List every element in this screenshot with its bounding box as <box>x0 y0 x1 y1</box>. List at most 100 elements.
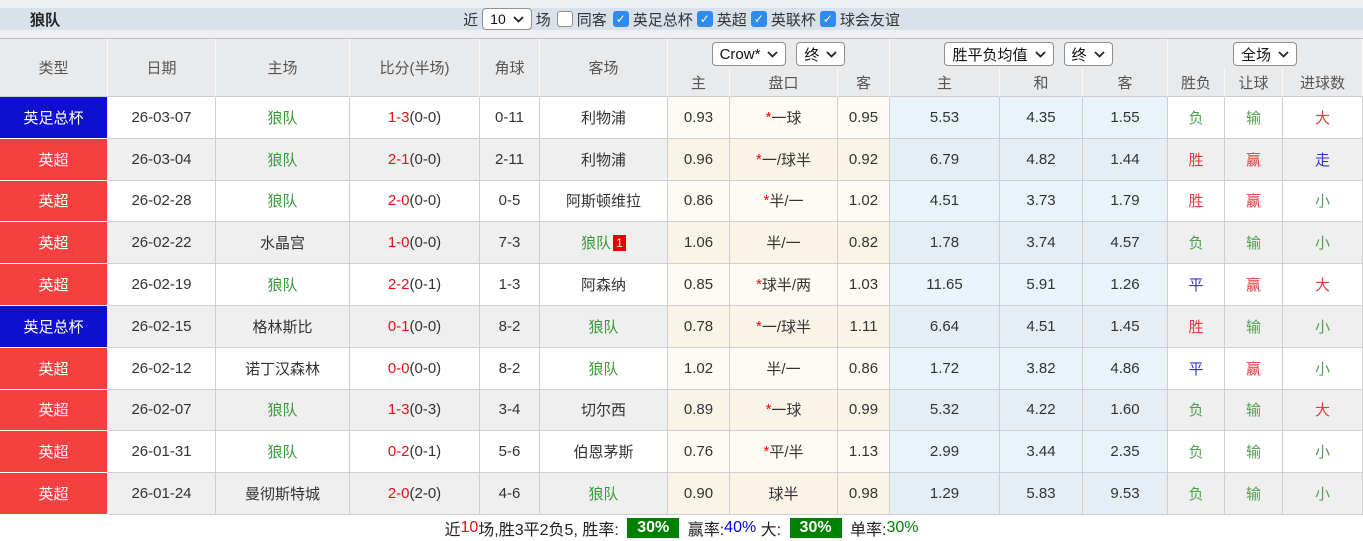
handicap-result: 输 <box>1245 109 1261 127</box>
away-team-name: 狼队 <box>581 235 612 253</box>
date-cell: 26-03-04 <box>108 138 216 181</box>
away-cell: 阿森纳 <box>540 264 668 306</box>
away-cell: 狼队 <box>540 305 668 348</box>
handicap-line: 一球 <box>771 402 802 420</box>
avg-draw-cell: 4.51 <box>1000 305 1083 348</box>
home-team-name: 狼队 <box>267 444 298 462</box>
home-team-name: 狼队 <box>267 193 298 211</box>
avg-draw-odds: 3.73 <box>1026 192 1056 210</box>
away-team-name: 伯恩茅斯 <box>573 444 634 462</box>
goals-cell: 小 <box>1283 473 1363 515</box>
avg-away-odds: 1.55 <box>1110 108 1140 126</box>
score-cell: 2-2 (0-1) <box>350 264 480 306</box>
odds-stage-select[interactable]: 终 <box>1063 42 1113 66</box>
top-padding <box>0 0 1363 8</box>
away-cell: 利物浦 <box>540 97 668 139</box>
odds-type-select[interactable]: 胜平负均值 <box>944 42 1054 66</box>
filter-premier-league-label: 英超 <box>716 11 747 29</box>
col-header-score: 比分(半场) <box>350 39 480 97</box>
competition-label: 英超 <box>38 235 69 253</box>
fulltime-score: 1-3 <box>387 108 410 126</box>
goals-cell: 大 <box>1283 97 1363 139</box>
avg-draw-odds: 4.51 <box>1026 317 1056 335</box>
rate-badge: 30% <box>627 517 680 538</box>
away-cell: 切尔西 <box>540 389 668 432</box>
filter-club-friendly-checkbox[interactable]: ✓ <box>819 11 836 27</box>
fulltime-score: 0-0 <box>387 359 410 377</box>
corner-count: 8-2 <box>498 359 521 377</box>
competition-label: 英超 <box>38 360 69 378</box>
type-cell: 英超 <box>0 473 108 515</box>
handicap-result: 赢 <box>1245 360 1261 378</box>
handicap-line: 一球 <box>771 109 802 127</box>
goals-cell: 小 <box>1283 222 1363 265</box>
match-date: 26-02-19 <box>131 276 192 294</box>
over-under-result: 小 <box>1314 235 1330 253</box>
handicap-cell: * 一/球半 <box>730 305 838 348</box>
avg-draw-cell: 3.82 <box>1000 347 1083 390</box>
wdl-result: 负 <box>1188 486 1204 504</box>
halftime-score: (2-0) <box>409 485 442 503</box>
halftime-score: (0-1) <box>409 276 442 294</box>
home-cell: 狼队 <box>216 264 350 306</box>
home-cell: 曼彻斯特城 <box>216 473 350 515</box>
summary-text: 大: <box>756 521 786 539</box>
filter-same-away-label: 同客 <box>576 11 607 29</box>
hcp-result-cell: 输 <box>1225 305 1283 348</box>
corner-count: 3-4 <box>498 401 521 419</box>
avg-away-odds: 1.44 <box>1110 150 1140 168</box>
crow-home-cell: 0.93 <box>668 97 730 139</box>
avg-away-cell: 1.45 <box>1083 305 1168 348</box>
handicap-result: 赢 <box>1245 151 1261 169</box>
handicap-line: 球半/两 <box>761 277 811 295</box>
score-cell: 2-0 (0-0) <box>350 180 480 223</box>
date-cell: 26-02-15 <box>108 305 216 348</box>
home-team-name: 狼队 <box>267 109 298 127</box>
competition-label: 英超 <box>38 444 69 462</box>
away-cell: 利物浦 <box>540 138 668 181</box>
filter-league-cup-checkbox[interactable]: ✓ <box>750 11 767 27</box>
avg-draw-odds: 3.74 <box>1026 234 1056 252</box>
over-under-result: 大 <box>1314 402 1330 420</box>
avg-away-odds: 4.86 <box>1110 359 1140 377</box>
score-cell: 0-1 (0-0) <box>350 305 480 348</box>
crow-company-select[interactable]: Crow* <box>711 42 787 66</box>
over-under-result: 走 <box>1314 151 1330 169</box>
rate-badge: 30% <box>789 517 842 538</box>
subcol-header-avg-home: 主 <box>890 69 1000 97</box>
odds-group-header: 胜平负均值 终 <box>890 39 1168 69</box>
score-cell: 2-0 (2-0) <box>350 473 480 515</box>
away-team-name: 狼队 <box>588 486 619 504</box>
score-cell: 1-0 (0-0) <box>350 222 480 265</box>
recent-count-select[interactable]: 10 <box>482 8 532 30</box>
handicap-cell: * 平/半 <box>730 431 838 474</box>
avg-draw-odds: 5.83 <box>1026 485 1056 503</box>
filter-premier-league-checkbox[interactable]: ✓ <box>696 11 713 27</box>
crow-away-cell: 1.13 <box>838 431 890 474</box>
subcol-header-handicap: 盘口 <box>730 69 838 97</box>
filter-fa-cup-checkbox[interactable]: ✓ <box>612 11 629 27</box>
page: 狼队 近 10 场 ✓ 同客 ✓ 英足总杯 ✓ 英超 ✓ 英联杯 ✓ 球会友谊 … <box>0 0 1363 541</box>
match-date: 26-03-07 <box>131 108 192 126</box>
crow-home-cell: 0.85 <box>668 264 730 306</box>
corner-count: 0-5 <box>498 192 521 210</box>
crow-away-cell: 1.03 <box>838 264 890 306</box>
hcp-result-cell: 输 <box>1225 222 1283 265</box>
filter-same-away-checkbox[interactable]: ✓ <box>556 11 573 27</box>
crow-home-cell: 1.02 <box>668 347 730 390</box>
halftime-score: (0-3) <box>409 401 442 419</box>
crow-stage-select[interactable]: 终 <box>796 42 846 66</box>
away-team-name: 狼队 <box>588 360 619 378</box>
avg-away-odds: 1.79 <box>1110 192 1140 210</box>
summary-text: 40% <box>724 518 757 536</box>
type-cell: 英超 <box>0 431 108 474</box>
wdl-result: 平 <box>1188 277 1204 295</box>
avg-home-cell: 4.51 <box>890 180 1000 223</box>
corner-count: 8-2 <box>498 317 521 335</box>
fulltime-scope-select[interactable]: 全场 <box>1232 42 1297 66</box>
crow-away-cell: 0.92 <box>838 138 890 181</box>
away-cell: 狼队 1 <box>540 222 668 265</box>
type-cell: 英超 <box>0 264 108 306</box>
over-under-result: 大 <box>1314 109 1330 127</box>
recent-label: 近 <box>463 11 479 29</box>
